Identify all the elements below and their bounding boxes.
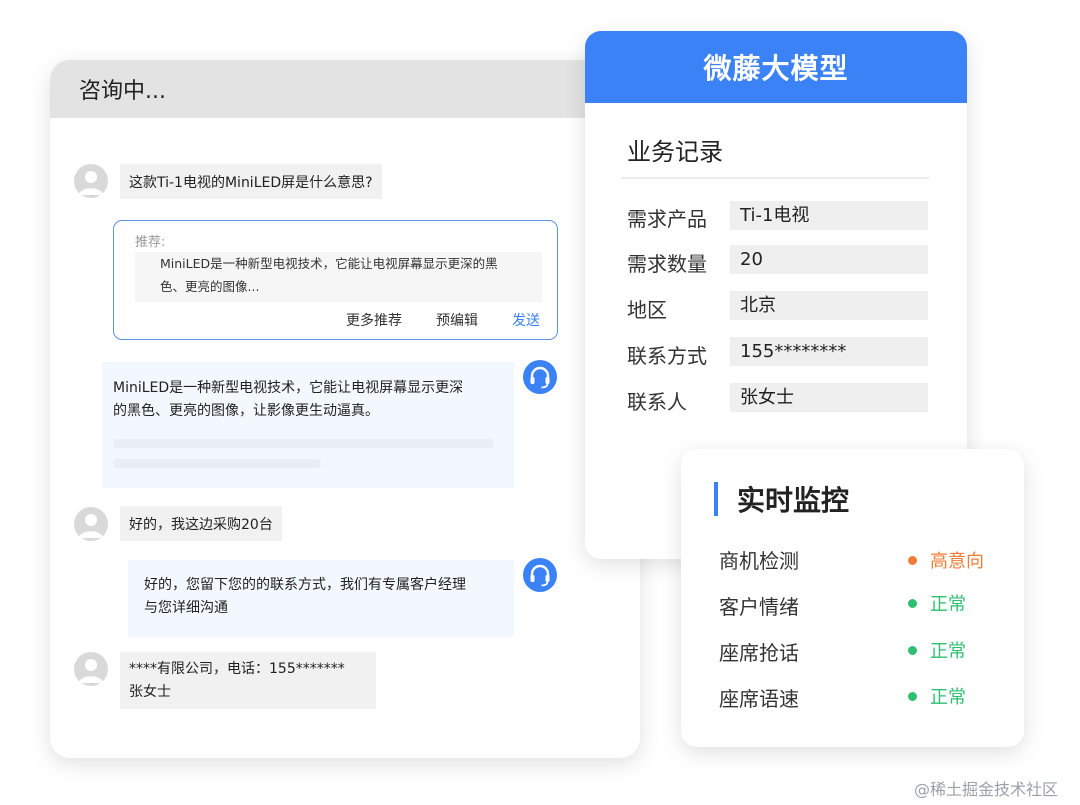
monitor-label-interrupt: 座席抢话: [719, 641, 799, 665]
field-value-contact-method: 155********: [730, 337, 928, 366]
user-icon: [79, 514, 103, 538]
field-label-contact-method: 联系方式: [627, 344, 707, 368]
agent-avatar: [523, 360, 557, 394]
status-badge: 正常: [908, 683, 966, 709]
monitor-label-emotion: 客户情绪: [719, 595, 799, 619]
field-value-product: Ti-1电视: [730, 201, 928, 230]
send-button[interactable]: 发送: [512, 310, 540, 330]
recommendation-text: MiniLED是一种新型电视技术，它能让电视屏幕显示更深的黑 色、更亮的图像..…: [135, 252, 542, 302]
user-avatar: [74, 652, 108, 686]
message-text: 好的，您留下您的的联系方式，我们有专属客户经理 与您详细沟通: [144, 577, 466, 616]
monitor-card: 实时监控 商机检测 高意向 客户情绪 正常 座席抢话 正常 座席语速 正常: [681, 449, 1024, 747]
field-label-quantity: 需求数量: [627, 252, 707, 276]
monitor-title: 实时监控: [737, 484, 850, 517]
agent-avatar: [523, 558, 557, 592]
headset-icon: [530, 366, 550, 389]
accent-bar: [714, 482, 718, 516]
agent-message: MiniLED是一种新型电视技术，它能让电视屏幕显示更深 的黑色、更亮的图像，让…: [102, 362, 514, 488]
message-text: 这款Ti-1电视的MiniLED屏是什么意思?: [129, 174, 373, 191]
status-dot-icon: [908, 691, 917, 701]
chat-panel: 咨询中... 这款Ti-1电视的MiniLED屏是什么意思? 推荐: MiniL…: [50, 60, 640, 758]
user-icon: [79, 659, 103, 683]
field-value-region: 北京: [730, 291, 928, 320]
status-badge: 正常: [908, 637, 966, 663]
field-label-product: 需求产品: [627, 207, 707, 231]
user-message: 好的，我这边采购20台: [120, 506, 282, 541]
recommendation-line: MiniLED是一种新型电视技术，它能让电视屏幕显示更深的黑: [160, 256, 498, 271]
message-text: 好的，我这边采购20台: [129, 516, 273, 533]
monitor-label-speed: 座席语速: [719, 687, 799, 711]
recommendation-box: 推荐: MiniLED是一种新型电视技术，它能让电视屏幕显示更深的黑 色、更亮的…: [113, 220, 558, 340]
user-avatar: [74, 507, 108, 541]
business-record-title: 业务记录: [627, 138, 723, 166]
status-dot-icon: [908, 645, 917, 655]
status-badge: 正常: [908, 590, 966, 616]
agent-message: 好的，您留下您的的联系方式，我们有专属客户经理 与您详细沟通: [128, 560, 514, 637]
field-value-quantity: 20: [730, 245, 928, 274]
chat-header: 咨询中...: [50, 60, 640, 118]
model-header: 微藤大模型: [585, 31, 967, 103]
status-text: 正常: [930, 594, 966, 615]
user-message: ****有限公司，电话：155******* 张女士: [120, 652, 376, 709]
status-text: 正常: [930, 687, 966, 708]
headset-icon: [530, 564, 550, 587]
message-text: ****有限公司，电话：155******* 张女士: [129, 661, 345, 700]
status-dot-icon: [908, 555, 917, 565]
chat-status-title: 咨询中...: [79, 79, 166, 104]
field-value-contact-person: 张女士: [730, 383, 928, 412]
user-message: 这款Ti-1电视的MiniLED屏是什么意思?: [120, 164, 382, 199]
status-badge: 高意向: [908, 547, 984, 573]
message-text: MiniLED是一种新型电视技术，它能让电视屏幕显示更深 的黑色、更亮的图像，让…: [113, 380, 464, 419]
placeholder-line: [113, 459, 321, 468]
monitor-label-opportunity: 商机检测: [719, 549, 799, 573]
recommendation-line: 色、更亮的图像...: [160, 279, 260, 294]
recommendation-label: 推荐:: [135, 235, 166, 250]
status-text: 正常: [930, 641, 966, 662]
more-recommendations-button[interactable]: 更多推荐: [346, 310, 402, 330]
user-avatar: [74, 164, 108, 198]
model-title: 微藤大模型: [703, 52, 849, 85]
status-text: 高意向: [930, 551, 984, 572]
status-dot-icon: [908, 598, 917, 608]
divider: [621, 177, 929, 179]
watermark: @稀土掘金技术社区: [914, 780, 1059, 799]
field-label-region: 地区: [627, 298, 667, 322]
placeholder-line: [113, 439, 494, 448]
field-label-contact-person: 联系人: [627, 390, 687, 414]
pre-edit-button[interactable]: 预编辑: [436, 310, 478, 330]
user-icon: [79, 171, 103, 195]
